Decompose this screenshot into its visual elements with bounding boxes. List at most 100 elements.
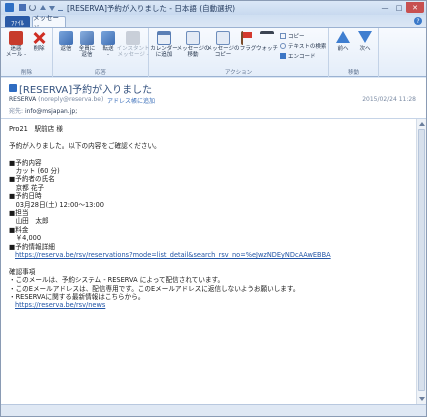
body-line: 03月28日(土) 12:00～13:00 xyxy=(9,200,104,209)
previous-label: 前へ xyxy=(337,46,349,52)
reply-icon xyxy=(59,31,73,45)
body-line: ・このEメールアドレスは、配信専用です。このEメールアドレスに返信しないようお願… xyxy=(9,284,300,293)
customize-toolbar-icon[interactable] xyxy=(58,6,63,11)
move-message-button[interactable]: メッセージの 移動 xyxy=(176,31,210,58)
flag-icon xyxy=(241,31,255,45)
junk-label: 迷惑 メール - xyxy=(5,46,27,58)
move-group: 前へ 次へ 移動 xyxy=(329,28,379,77)
mail-window: [RESERVA]予約が入りました - 日本語 (自動選択) — □ ✕ ﾌｧｲ… xyxy=(0,0,427,417)
encoding-label: エンコード xyxy=(288,54,316,60)
body-line: ・このメールは、予約システム - RESERVA によって配信されています。 xyxy=(9,276,225,285)
body-line: 京都 花子 xyxy=(9,183,45,192)
minimize-button[interactable]: — xyxy=(378,2,392,13)
body-line: 山田 太郎 xyxy=(9,217,49,226)
tab-message[interactable]: メッセージ xyxy=(32,14,66,32)
action-group: カレンダー に追加 メッセージの 移動 メッセージの コピー フラグ ウォッチ … xyxy=(149,28,329,77)
watch-label: ウォッチ xyxy=(256,46,279,52)
body-line: 予約が入りました。以下の内容をご確認ください。 xyxy=(9,141,161,150)
reply-all-icon xyxy=(80,31,94,45)
junk-button[interactable]: 迷惑 メール - xyxy=(5,31,27,58)
body-line: ・RESERVAに関する最新情報はこちらから。 xyxy=(9,293,145,302)
copy-button[interactable]: コピー xyxy=(280,32,305,40)
body-line: ￥4,000 xyxy=(9,234,42,243)
add-to-address-book-link[interactable]: アドレス帳に追加 xyxy=(107,96,155,105)
sender-email: (noreply@reserva.be) xyxy=(38,96,104,103)
previous-button[interactable]: 前へ xyxy=(333,31,353,52)
forward-label: 転送 - xyxy=(102,46,114,58)
move-message-icon xyxy=(186,31,200,45)
find-text-button[interactable]: テキストの検索 xyxy=(280,42,326,50)
sender-name: RESERVA xyxy=(9,96,37,103)
maximize-button[interactable]: □ xyxy=(392,2,406,13)
action-group-label: アクション xyxy=(224,70,253,76)
find-text-label: テキストの検索 xyxy=(288,44,327,50)
scrollbar-thumb[interactable] xyxy=(418,129,425,391)
body-line: ■料金 xyxy=(9,225,29,234)
delete-group: 迷惑 メール - 削除 削除 xyxy=(1,28,53,77)
delete-group-label: 削除 xyxy=(20,70,32,76)
message-subject: [RESERVA]予約が入りました xyxy=(19,85,153,96)
next-button[interactable]: 次へ xyxy=(355,31,375,52)
help-icon[interactable]: ? xyxy=(414,17,422,25)
reservation-detail-link[interactable]: https://reserva.be/rsv/reservations?mode… xyxy=(15,251,331,259)
ribbon: 迷惑 メール - 削除 削除 返信 全員に 返信 転送 - インスタント メッセ… xyxy=(1,27,426,77)
watch-icon xyxy=(260,31,274,45)
copy-message-label: メッセージの コピー xyxy=(206,46,240,58)
reply-button[interactable]: 返信 xyxy=(55,31,77,52)
message-header: [RESERVA]予約が入りました RESERVA (noreply@reser… xyxy=(1,78,426,119)
respond-group: 返信 全員に 返信 転送 - インスタント メッセージ - 応答 xyxy=(53,28,149,77)
copy-message-button[interactable]: メッセージの コピー xyxy=(206,31,240,58)
copy-message-icon xyxy=(216,31,230,45)
received-date: 2015/02/24 11:28 xyxy=(362,96,416,103)
previous-item-icon[interactable] xyxy=(40,5,46,10)
flag-button[interactable]: フラグ xyxy=(239,31,257,52)
encoding-icon xyxy=(280,53,286,59)
add-calendar-button[interactable]: カレンダー に追加 xyxy=(150,31,178,58)
next-item-icon[interactable] xyxy=(49,6,55,11)
calendar-icon xyxy=(157,31,171,45)
move-message-label: メッセージの 移動 xyxy=(176,46,210,58)
reply-label: 返信 xyxy=(60,46,72,52)
reply-all-button[interactable]: 全員に 返信 xyxy=(76,31,98,58)
down-arrow-icon xyxy=(358,31,372,43)
recipient-row: 宛先: info@msjapan.jp; xyxy=(9,106,77,115)
message-content: Pro21 駅前店 様 予約が入りました。以下の内容をご確認ください。 ■予約内… xyxy=(9,125,409,310)
close-button[interactable]: ✕ xyxy=(406,2,424,13)
reply-all-label: 全員に 返信 xyxy=(78,46,96,58)
undo-icon[interactable] xyxy=(29,4,36,11)
instant-message-button[interactable]: インスタント メッセージ - xyxy=(116,31,150,58)
message-icon xyxy=(9,84,17,92)
body-line xyxy=(9,150,409,158)
body-line: 確認事項 xyxy=(9,267,36,276)
delete-icon xyxy=(32,31,46,45)
body-line xyxy=(9,133,409,141)
news-link[interactable]: https://reserva.be/rsv/news xyxy=(15,301,105,309)
body-line: ■担当 xyxy=(9,209,29,218)
recipient[interactable]: info@msjapan.jp; xyxy=(25,108,77,115)
instant-message-icon xyxy=(126,31,140,45)
delete-button[interactable]: 削除 xyxy=(28,31,50,52)
save-icon[interactable] xyxy=(19,4,26,11)
instant-message-label: インスタント メッセージ - xyxy=(116,46,150,58)
body-line: ■予約内容 xyxy=(9,158,42,167)
scroll-up-icon[interactable] xyxy=(419,122,425,126)
body-line: カット (60 分) xyxy=(9,167,60,175)
message-body[interactable]: Pro21 駅前店 様 予約が入りました。以下の内容をご確認ください。 ■予約内… xyxy=(1,119,426,404)
tab-file[interactable]: ﾌｧｲﾙ xyxy=(5,16,30,27)
sender[interactable]: RESERVA (noreply@reserva.be) xyxy=(9,96,103,103)
vertical-scrollbar[interactable] xyxy=(416,119,426,404)
app-icon[interactable] xyxy=(5,3,14,12)
up-arrow-icon xyxy=(336,31,350,43)
watch-button[interactable]: ウォッチ xyxy=(256,31,279,52)
move-group-label: 移動 xyxy=(347,70,359,76)
junk-mail-icon xyxy=(9,31,23,45)
encoding-button[interactable]: エンコード xyxy=(280,52,316,60)
copy-icon xyxy=(280,33,286,39)
search-icon xyxy=(280,43,286,49)
delete-label: 削除 xyxy=(33,46,45,52)
window-title: [RESERVA]予約が入りました - 日本語 (自動選択) xyxy=(67,4,236,13)
scroll-down-icon[interactable] xyxy=(419,397,425,401)
respond-group-label: 応答 xyxy=(94,70,106,76)
next-label: 次へ xyxy=(359,46,371,52)
window-controls: — □ ✕ xyxy=(378,2,424,13)
